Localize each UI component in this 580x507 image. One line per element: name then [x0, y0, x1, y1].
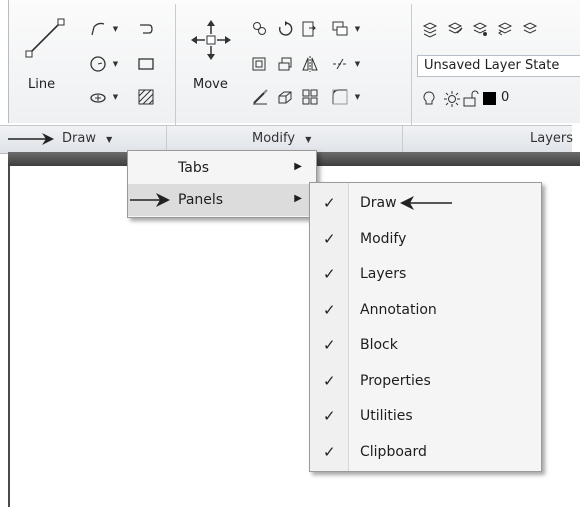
check-icon: ✓ — [323, 230, 336, 248]
panel-title-modify[interactable]: Modify ▼ — [252, 131, 311, 146]
line-icon — [25, 18, 65, 58]
check-icon: ✓ — [323, 301, 336, 319]
layer-dropdown-icon[interactable] — [329, 18, 351, 40]
explode-icon[interactable] — [329, 53, 351, 75]
panel-toggle-block[interactable]: ✓ Block — [310, 329, 541, 361]
scale-icon[interactable] — [274, 53, 296, 75]
array-3d-icon[interactable] — [274, 86, 296, 108]
submenu-arrow-icon: ▶ — [294, 161, 302, 172]
layer-number: 0 — [501, 90, 510, 105]
panels-submenu: ✓ Draw ✓ Modify ✓ Layers ✓ Annotation ✓ … — [309, 182, 542, 472]
panel-divider — [402, 126, 403, 153]
check-icon: ✓ — [323, 265, 336, 283]
move-label: Move — [193, 77, 228, 92]
panel-toggle-label: Annotation — [360, 302, 437, 318]
panel-toggle-label: Clipboard — [360, 444, 427, 460]
ribbon: Line ▼ ▼ ▼ Move ▼ ▼ ▼ Unsaved Layer Stat… — [8, 0, 580, 154]
panel-title-layers[interactable]: Layers — [530, 131, 573, 146]
check-icon: ✓ — [323, 407, 336, 425]
panel-title-layers-label: Layers — [530, 131, 574, 146]
panel-divider — [166, 126, 167, 153]
polyline-icon[interactable] — [87, 18, 109, 40]
menu-item-tabs[interactable]: Tabs ▶ — [128, 152, 316, 184]
panel-toggle-layers[interactable]: ✓ Layers — [310, 258, 541, 290]
layer-color-swatch — [483, 92, 496, 105]
circle-dropdown-icon[interactable]: ▼ — [111, 53, 120, 75]
panel-title-draw[interactable]: Draw ▼ — [62, 131, 112, 146]
arc-dropdown-icon[interactable]: ▼ — [111, 86, 120, 108]
array-icon[interactable] — [299, 86, 321, 108]
unlock-icon — [463, 90, 479, 107]
layer-state-text: Unsaved Layer State — [424, 58, 560, 73]
layer-state-icon[interactable] — [444, 18, 466, 40]
panel-toggle-label: Block — [360, 337, 398, 353]
panel-title-modify-label: Modify — [252, 131, 296, 146]
pointer-arrow-icon — [130, 193, 170, 207]
move-icon — [191, 20, 231, 60]
menu-item-tabs-label: Tabs — [178, 160, 209, 176]
pointer-arrow-icon — [8, 133, 54, 145]
check-icon: ✓ — [323, 194, 336, 212]
layer-combo[interactable]: 0 — [417, 88, 580, 110]
line-tool-button[interactable]: Line — [17, 14, 73, 104]
panel-toggle-label: Utilities — [360, 408, 413, 424]
sun-icon — [444, 91, 460, 107]
modify-dropdown-1-icon[interactable]: ▼ — [353, 18, 362, 40]
layer-isolate-icon[interactable] — [519, 18, 541, 40]
rectangle-icon[interactable] — [135, 53, 157, 75]
panel-toggle-annotation[interactable]: ✓ Annotation — [310, 294, 541, 326]
panel-toggle-label: Layers — [360, 266, 407, 282]
chevron-down-icon: ▼ — [106, 135, 113, 144]
panel-toggle-label: Draw — [360, 195, 397, 211]
modify-dropdown-3-icon[interactable]: ▼ — [353, 86, 362, 108]
hatch-icon[interactable] — [135, 86, 157, 108]
layer-previous-icon[interactable] — [494, 18, 516, 40]
menu-item-panels-label: Panels — [178, 192, 224, 208]
mirror-icon[interactable] — [299, 53, 321, 75]
panel-toggle-label: Modify — [360, 231, 407, 247]
spline-icon[interactable] — [135, 18, 157, 40]
trim-icon[interactable] — [299, 18, 321, 40]
chevron-down-icon: ▼ — [305, 135, 312, 144]
check-icon: ✓ — [323, 336, 336, 354]
check-icon: ✓ — [323, 372, 336, 390]
circle-icon[interactable] — [87, 53, 109, 75]
panel-toggle-modify[interactable]: ✓ Modify — [310, 223, 541, 255]
copy-icon[interactable] — [249, 18, 271, 40]
ribbon-context-menu: Tabs ▶ Panels ▶ — [127, 150, 317, 218]
fillet-icon[interactable] — [249, 86, 271, 108]
panel-toggle-properties[interactable]: ✓ Properties — [310, 365, 541, 397]
pointer-arrow-icon — [400, 196, 452, 210]
arc-icon[interactable] — [87, 86, 109, 108]
layer-match-icon[interactable] — [469, 18, 491, 40]
line-label: Line — [28, 77, 56, 92]
panel-toggle-clipboard[interactable]: ✓ Clipboard — [310, 436, 541, 468]
panel-toggle-utilities[interactable]: ✓ Utilities — [310, 400, 541, 432]
bulb-icon — [423, 91, 435, 105]
rotate-icon[interactable] — [274, 18, 296, 40]
layer-properties-icon[interactable] — [419, 18, 441, 40]
panel-toggle-label: Properties — [360, 373, 431, 389]
layer-state-combo[interactable]: Unsaved Layer State — [417, 55, 580, 77]
panel-title-draw-label: Draw — [62, 131, 96, 146]
modify-dropdown-2-icon[interactable]: ▼ — [353, 53, 362, 75]
submenu-arrow-icon: ▶ — [294, 193, 302, 204]
move-tool-button[interactable]: Move — [181, 14, 241, 104]
polyline-dropdown-icon[interactable]: ▼ — [111, 18, 120, 40]
chamfer-icon[interactable] — [329, 86, 351, 108]
check-icon: ✓ — [323, 443, 336, 461]
stretch-icon[interactable] — [249, 53, 271, 75]
